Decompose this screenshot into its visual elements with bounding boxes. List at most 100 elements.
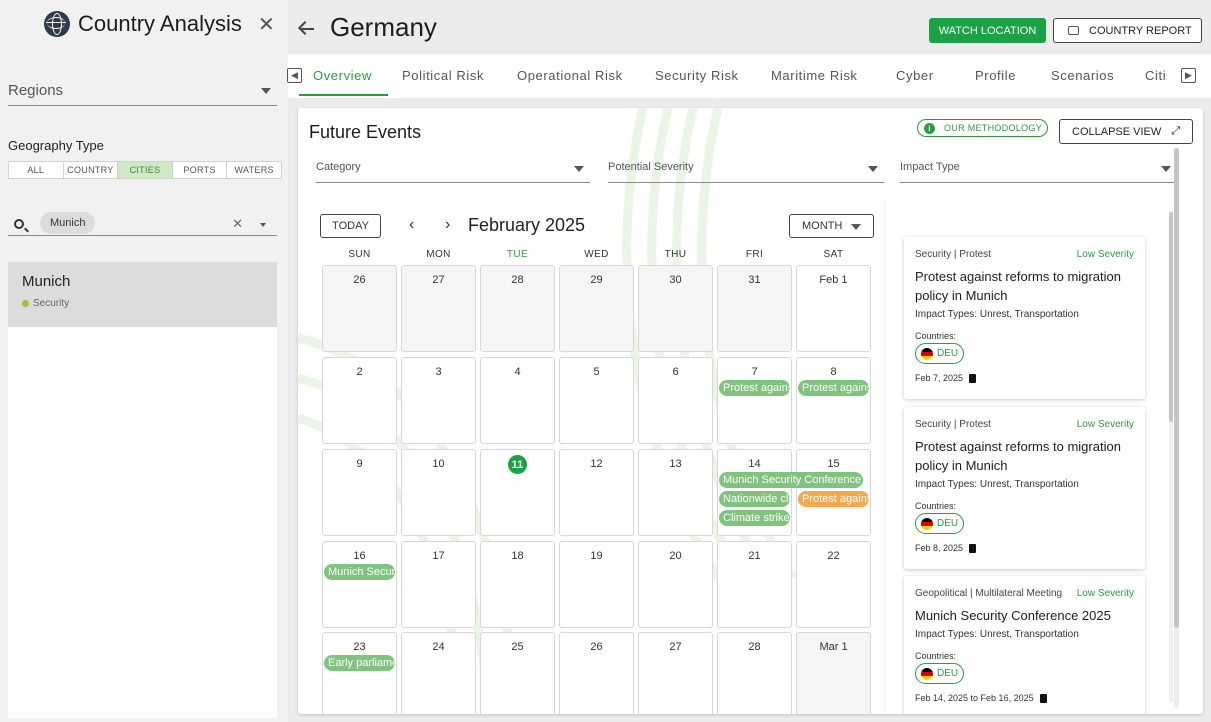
calendar-day-cell[interactable]: 21: [717, 541, 792, 628]
next-month-button[interactable]: ›: [445, 216, 450, 234]
search-chip[interactable]: Munich: [40, 212, 96, 234]
geo-option-all[interactable]: ALL: [9, 162, 64, 178]
collapse-view-button[interactable]: COLLAPSE VIEW ⤢: [1059, 119, 1193, 144]
tab-operational-risk[interactable]: Operational Risk: [517, 68, 623, 83]
tab-cities[interactable]: Citi: [1145, 68, 1167, 83]
calendar-day-cell[interactable]: 30: [638, 265, 713, 352]
geo-option-cities[interactable]: CITIES: [118, 162, 173, 178]
geo-option-ports[interactable]: PORTS: [173, 162, 228, 178]
calendar-day-cell[interactable]: 27: [638, 632, 713, 714]
calendar-day-cell[interactable]: 20: [638, 541, 713, 628]
calendar-day-cell[interactable]: 8: [796, 357, 871, 444]
panel-scrollbar-thumb[interactable]: [1174, 148, 1179, 628]
cards-scrollbar-thumb[interactable]: [1169, 212, 1173, 422]
clear-icon[interactable]: ✕: [232, 216, 243, 232]
event-card[interactable]: Security | Protest Low Severity Protest ag…: [904, 407, 1145, 569]
country-report-button[interactable]: COUNTRY REPORT: [1053, 18, 1202, 43]
prev-month-button[interactable]: ‹: [409, 216, 414, 234]
geo-option-waters[interactable]: WATERS: [227, 162, 281, 178]
category-filter[interactable]: Category: [316, 158, 590, 183]
country-code: DEU: [937, 518, 959, 529]
geo-option-country[interactable]: COUNTRY: [64, 162, 119, 178]
calendar-event[interactable]: Climate strike: [719, 510, 790, 526]
calendar-day-cell[interactable]: 31: [717, 265, 792, 352]
tab-scenarios[interactable]: Scenarios: [1051, 68, 1114, 83]
calendar-day-cell[interactable]: 18: [480, 541, 555, 628]
calendar-day-cell[interactable]: 29: [559, 265, 634, 352]
calendar-day-cell[interactable]: 9: [322, 449, 397, 536]
tab-security-risk[interactable]: Security Risk: [655, 68, 739, 83]
tab-overview[interactable]: Overview: [313, 68, 372, 83]
today-button[interactable]: TODAY: [320, 214, 381, 238]
calendar-day-cell[interactable]: 2: [322, 357, 397, 444]
calendar-day-cell[interactable]: 5: [559, 357, 634, 444]
calendar-event[interactable]: Munich Security Conference 2025: [324, 564, 395, 580]
calendar-day-cell[interactable]: 10: [401, 449, 476, 536]
tab-scroll-right-icon[interactable]: ▶: [1181, 68, 1196, 83]
calendar-day-cell[interactable]: 28: [717, 632, 792, 714]
chevron-down-icon[interactable]: [260, 223, 266, 227]
weekday-header: TUE: [506, 249, 529, 260]
day-number: 23: [353, 641, 366, 653]
severity-filter[interactable]: Potential Severity: [608, 158, 884, 183]
day-number: 12: [590, 458, 603, 470]
weekday-header: FRI: [745, 249, 764, 260]
calendar-event[interactable]: Protest against reforms to migration pol…: [719, 380, 790, 396]
calendar-day-cell[interactable]: 25: [480, 632, 555, 714]
calendar-day-cell[interactable]: 17: [401, 541, 476, 628]
calendar-day-cell[interactable]: 26: [559, 632, 634, 714]
panel-scrollbar-track: [1174, 148, 1179, 708]
clipboard-icon[interactable]: [1039, 693, 1047, 703]
day-number: 5: [593, 366, 600, 378]
calendar-event[interactable]: Munich Security Conference 2025: [719, 472, 863, 488]
country-chip[interactable]: DEU: [915, 513, 964, 534]
calendar-day-cell[interactable]: 28: [480, 265, 555, 352]
tab-maritime-risk[interactable]: Maritime Risk: [771, 68, 858, 83]
calendar-day-cell[interactable]: 19: [559, 541, 634, 628]
methodology-button[interactable]: i OUR METHODOLOGY: [917, 119, 1048, 137]
search-icon: [14, 219, 24, 229]
calendar-day-cell[interactable]: 23: [322, 632, 397, 714]
event-date-text: Feb 14, 2025 to Feb 16, 2025: [915, 693, 1034, 703]
event-card[interactable]: Security | Protest Low Severity Protest ag…: [904, 237, 1145, 399]
tab-profile[interactable]: Profile: [975, 68, 1016, 83]
calendar-day-cell[interactable]: 3: [401, 357, 476, 444]
calendar-day-cell[interactable]: 27: [401, 265, 476, 352]
watch-location-button[interactable]: WATCH LOCATION: [929, 18, 1046, 43]
clipboard-icon[interactable]: [969, 373, 977, 383]
calendar-day-cell[interactable]: 11: [480, 449, 555, 536]
day-number: 31: [748, 274, 761, 286]
calendar-day-cell[interactable]: 24: [401, 632, 476, 714]
calendar-day-cell[interactable]: 12: [559, 449, 634, 536]
event-card[interactable]: Geopolitical | Multilateral Meeting Low S…: [904, 576, 1145, 714]
calendar-event[interactable]: Protest against reforms: [798, 491, 869, 507]
event-date: Feb 8, 2025: [915, 543, 977, 553]
calendar-day-cell[interactable]: Feb 1: [796, 265, 871, 352]
calendar-day-cell[interactable]: Mar 1: [796, 632, 871, 714]
country-chip[interactable]: DEU: [915, 663, 964, 684]
calendar-event[interactable]: Protest against reforms to migration pol…: [798, 380, 869, 396]
tab-scroll-left-icon[interactable]: ◀: [287, 68, 302, 83]
calendar-day-cell[interactable]: 16: [322, 541, 397, 628]
calendar-day-cell[interactable]: 26: [322, 265, 397, 352]
calendar-day-cell[interactable]: 13: [638, 449, 713, 536]
calendar-day-cell[interactable]: 22: [796, 541, 871, 628]
calendar-event[interactable]: Nationwide climate strike: [719, 491, 790, 507]
calendar-event[interactable]: Early parliamentary elections: [324, 655, 395, 671]
day-number: 28: [748, 641, 761, 653]
clipboard-icon[interactable]: [969, 543, 977, 553]
calendar-day-cell[interactable]: 7: [717, 357, 792, 444]
search-field[interactable]: Munich ✕: [8, 210, 277, 236]
calendar-day-cell[interactable]: 6: [638, 357, 713, 444]
day-number: 6: [672, 366, 679, 378]
calendar-day-cell[interactable]: 4: [480, 357, 555, 444]
close-icon[interactable]: ✕: [258, 12, 275, 37]
regions-select[interactable]: Regions: [8, 78, 277, 106]
view-select[interactable]: MONTH: [789, 214, 874, 238]
country-chip[interactable]: DEU: [915, 343, 964, 364]
impact-type-filter[interactable]: Impact Type: [900, 158, 1177, 183]
list-item[interactable]: Munich Security: [8, 262, 277, 327]
tab-cyber[interactable]: Cyber: [896, 68, 934, 83]
back-arrow-icon[interactable]: [298, 16, 318, 40]
tab-political-risk[interactable]: Political Risk: [402, 68, 484, 83]
